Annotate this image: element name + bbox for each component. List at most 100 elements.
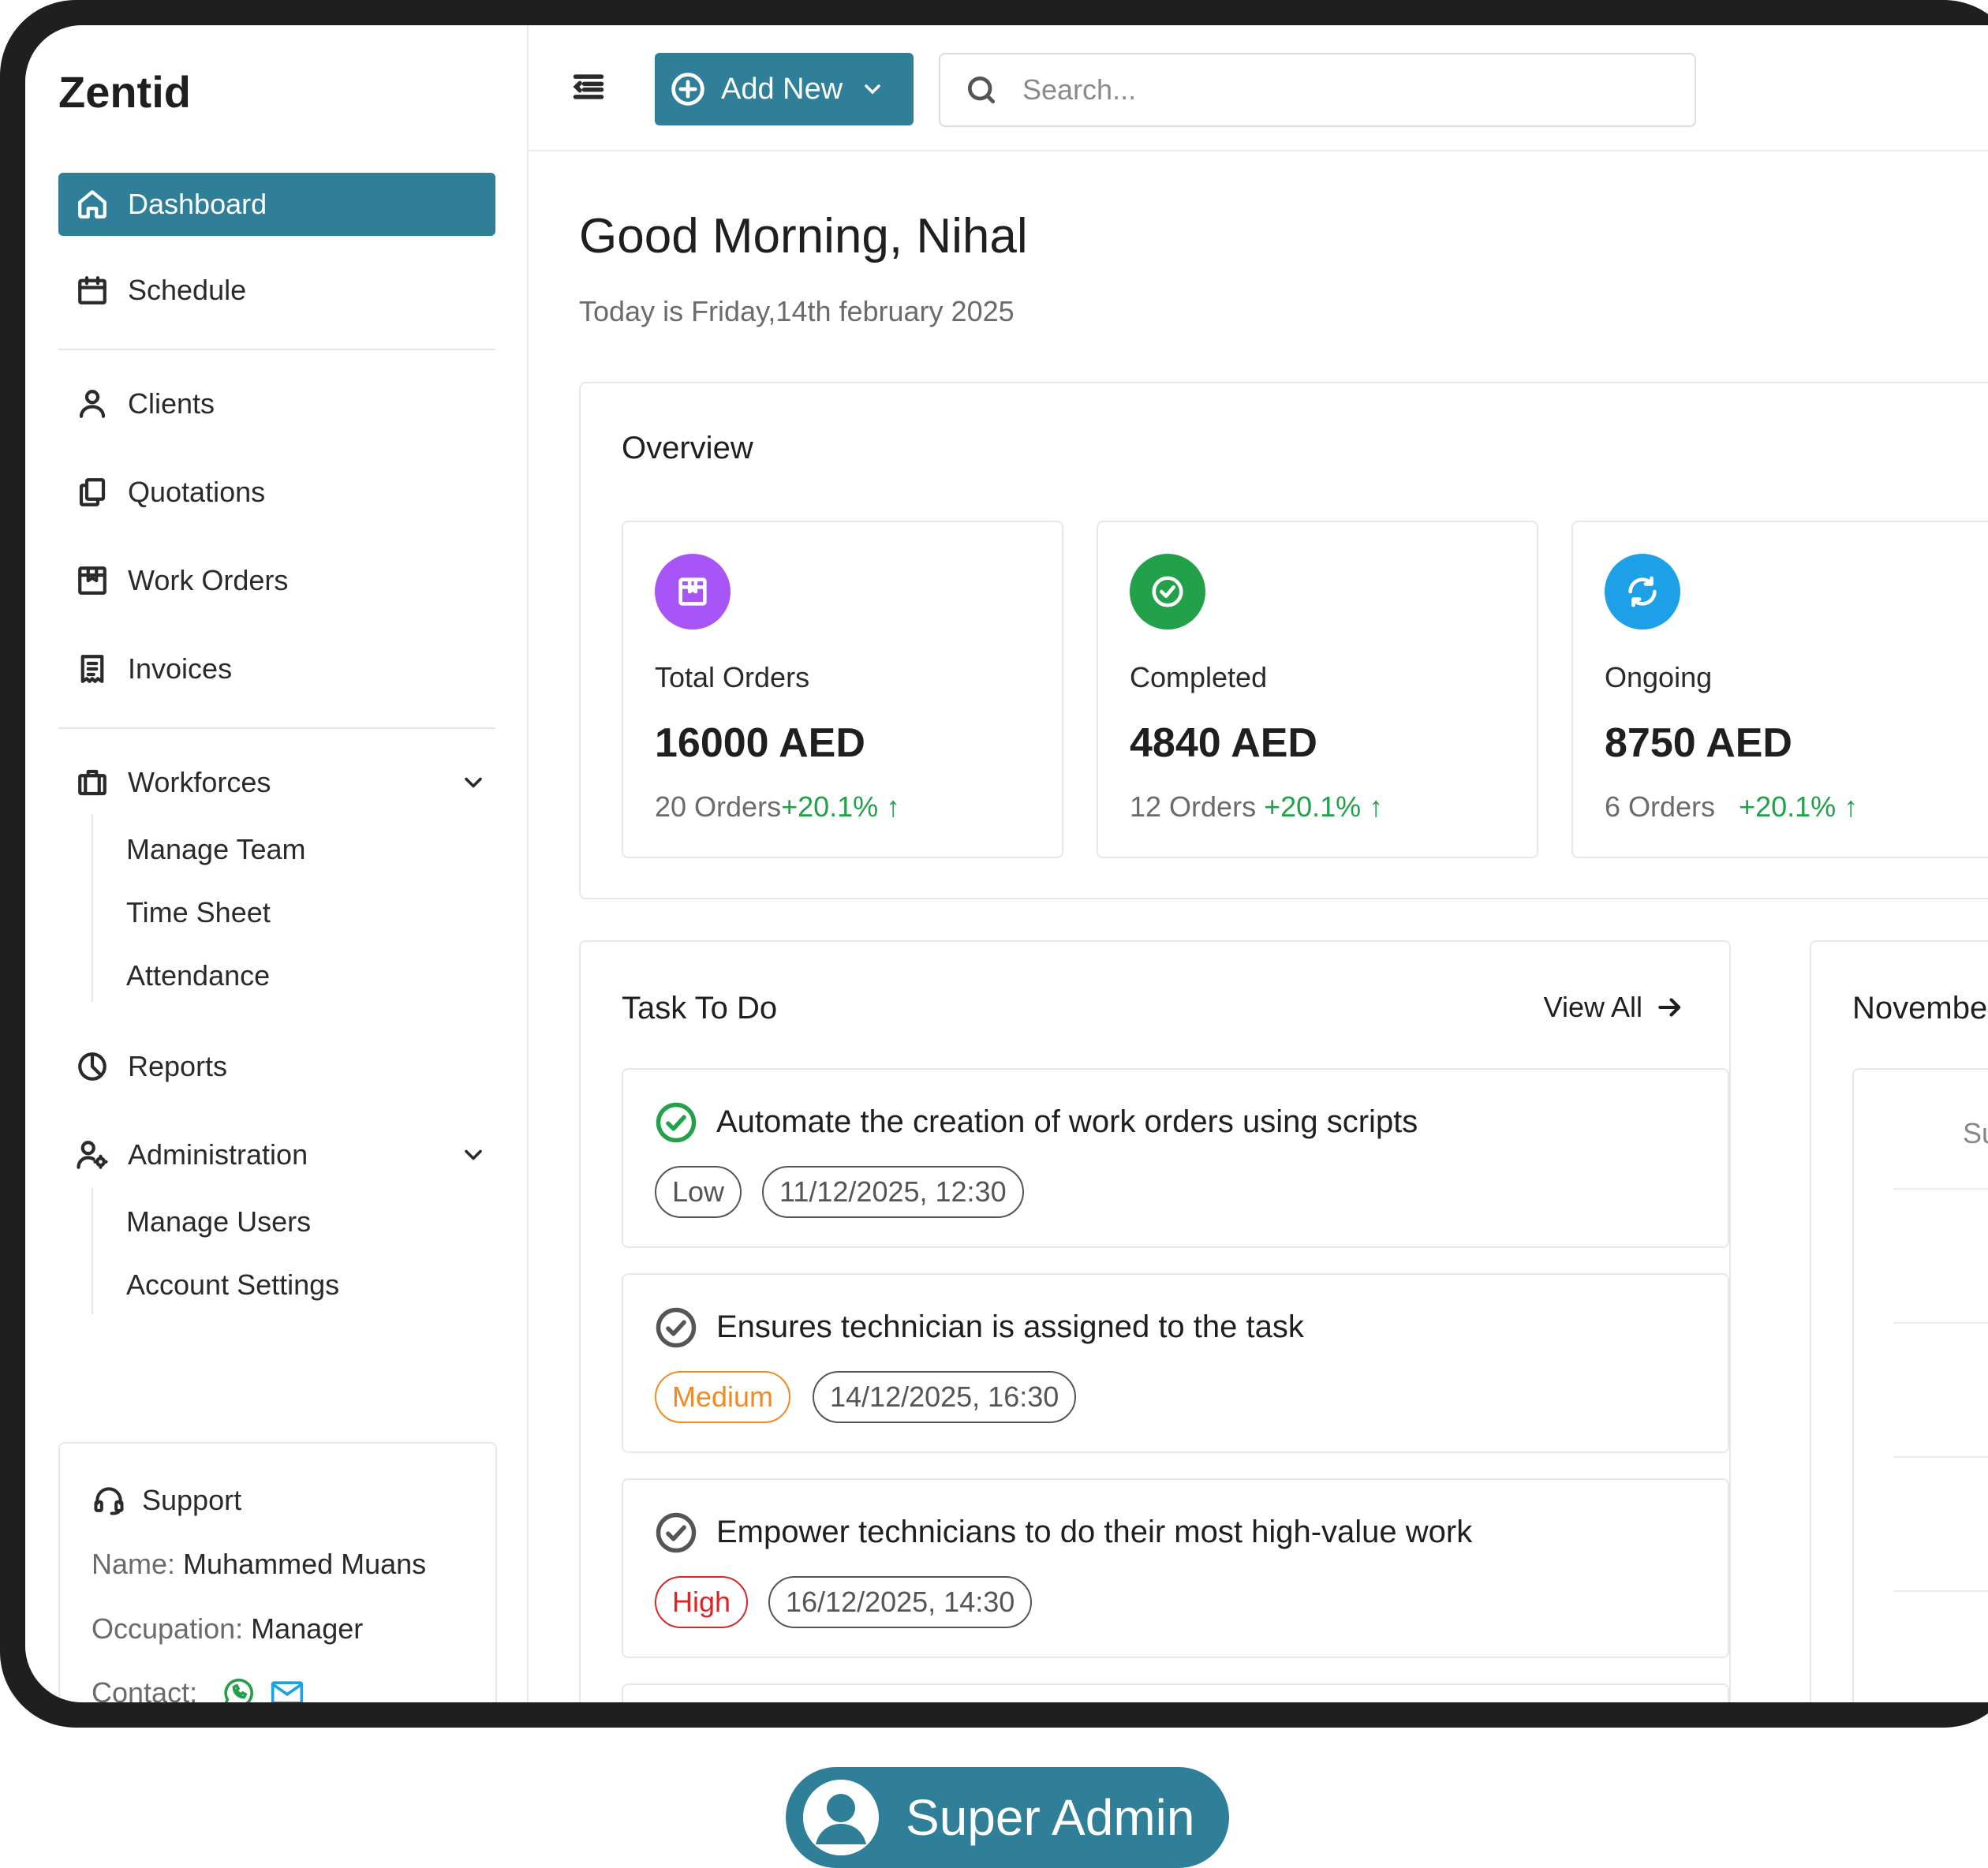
stat-meta: 6 Orders +20.1% ↑ [1605, 790, 1858, 824]
home-icon [74, 186, 110, 222]
task-panel: Task To Do View All Automate the creatio… [579, 940, 1731, 1702]
stat-value: 4840 AED [1130, 720, 1317, 766]
task-datetime: 16/12/2025, 14:30 [768, 1576, 1033, 1628]
priority-badge: Medium [655, 1371, 791, 1423]
task-item[interactable]: Ensures technician is assigned to the ta… [622, 1273, 1729, 1453]
sidebar-subitem-attendance[interactable]: Attendance [126, 959, 270, 992]
search-icon [967, 76, 996, 104]
arrow-up-icon: ↑ [1844, 790, 1859, 823]
sidebar-item-label: Work Orders [128, 564, 289, 596]
sidebar-divider [58, 727, 495, 729]
sidebar: Zentid Dashboard Schedule Clients Quotat… [25, 25, 529, 1702]
menu-collapse-icon [573, 74, 604, 99]
app-screen: Zentid Dashboard Schedule Clients Quotat… [25, 25, 1988, 1702]
date-text: Today is Friday,14th february 2025 [579, 295, 1015, 327]
support-contact-row: Contact: [92, 1676, 306, 1702]
calendar-row-divider [1893, 1456, 1988, 1458]
sidebar-item-label: Quotations [128, 476, 266, 508]
box-icon [655, 554, 731, 630]
sidebar-item-label: Clients [128, 387, 215, 420]
support-occupation-row: Occupation: Manager [92, 1612, 363, 1646]
check-circle-icon[interactable] [655, 1306, 697, 1349]
pie-chart-icon [74, 1048, 110, 1085]
sidebar-item-label: Dashboard [128, 188, 267, 220]
sidebar-item-work-orders[interactable]: Work Orders [58, 549, 495, 612]
calendar-day-header: Su [1963, 1117, 1988, 1149]
sidebar-item-reports[interactable]: Reports [58, 1035, 495, 1098]
view-all-link[interactable]: View All [1544, 991, 1685, 1024]
sidebar-subitem-account-settings[interactable]: Account Settings [126, 1268, 339, 1302]
submenu-guide [92, 814, 93, 1002]
support-title: Support [142, 1484, 242, 1516]
mail-icon[interactable] [268, 1676, 306, 1702]
priority-badge: Low [655, 1166, 742, 1218]
sidebar-item-label: Invoices [128, 652, 233, 685]
calendar-row-divider [1893, 1322, 1988, 1324]
search-input[interactable] [1021, 73, 1655, 107]
calendar-grid: Su [1852, 1068, 1988, 1702]
stat-change: +20.1% [1264, 790, 1362, 823]
task-title: Empower technicians to do their most hig… [716, 1515, 1473, 1549]
app-logo: Zentid [58, 67, 191, 117]
stat-change: +20.1% [781, 790, 879, 823]
sidebar-divider [58, 349, 495, 350]
user-icon [74, 386, 110, 422]
check-circle-icon[interactable] [655, 1511, 697, 1554]
invoice-icon [74, 651, 110, 687]
sidebar-item-dashboard[interactable]: Dashboard [58, 173, 495, 236]
sidebar-item-clients[interactable]: Clients [58, 372, 495, 435]
stat-card-ongoing[interactable]: Ongoing 8750 AED 6 Orders +20.1% ↑ [1571, 521, 1988, 858]
task-datetime: 11/12/2025, 12:30 [762, 1166, 1024, 1218]
stat-orders: 6 Orders [1605, 790, 1716, 823]
task-datetime: 14/12/2025, 16:30 [813, 1371, 1077, 1423]
sidebar-item-administration[interactable]: Administration [58, 1123, 495, 1186]
chevron-down-icon[interactable] [459, 1141, 488, 1169]
sidebar-item-workforces[interactable]: Workforces [58, 751, 495, 814]
support-contact-label: Contact: [92, 1676, 198, 1702]
sidebar-item-schedule[interactable]: Schedule [58, 259, 495, 322]
task-item[interactable]: Empower technicians to do their most hig… [622, 1478, 1729, 1658]
sidebar-subitem-manage-team[interactable]: Manage Team [126, 833, 305, 866]
stat-value: 16000 AED [655, 720, 865, 766]
clipboard-icon [74, 562, 110, 599]
calendar-row-divider [1893, 1590, 1988, 1592]
calendar-panel: Novembe Su [1810, 940, 1988, 1702]
documents-icon [74, 474, 110, 510]
stat-orders: 20 Orders [655, 790, 782, 823]
check-circle-icon[interactable] [655, 1101, 697, 1144]
role-label: Super Admin [906, 1789, 1195, 1846]
support-card: Support Name: Muhammed Muans Occupation:… [58, 1442, 497, 1702]
task-title: Automate the creation of work orders usi… [716, 1104, 1418, 1139]
sidebar-subitem-manage-users[interactable]: Manage Users [126, 1205, 311, 1238]
calendar-row-divider [1893, 1188, 1988, 1190]
avatar [803, 1780, 879, 1855]
add-new-button[interactable]: Add New [655, 53, 914, 125]
task-item[interactable]: Automate the creation of work orders usi… [622, 1068, 1729, 1248]
sidebar-item-quotations[interactable]: Quotations [58, 461, 495, 524]
stat-label: Total Orders [655, 661, 810, 693]
stat-meta: 12 Orders +20.1% ↑ [1130, 790, 1383, 824]
chevron-down-icon[interactable] [459, 768, 488, 797]
stat-card-completed[interactable]: Completed 4840 AED 12 Orders +20.1% ↑ [1097, 521, 1538, 858]
sidebar-item-label: Schedule [128, 274, 247, 306]
arrow-right-icon [1658, 998, 1681, 1017]
arrow-up-icon: ↑ [886, 790, 901, 823]
calendar-title: Novembe [1852, 991, 1988, 1026]
arrow-up-icon: ↑ [1369, 790, 1384, 823]
stat-card-total-orders[interactable]: Total Orders 16000 AED 20 Orders+20.1% ↑ [622, 521, 1063, 858]
stat-label: Ongoing [1605, 661, 1713, 693]
sidebar-subitem-time-sheet[interactable]: Time Sheet [126, 896, 271, 929]
role-chip[interactable]: Super Admin [786, 1767, 1229, 1868]
chevron-down-icon [865, 84, 880, 95]
page-title: Good Morning, Nihal [579, 209, 1028, 263]
sidebar-item-invoices[interactable]: Invoices [58, 637, 495, 700]
menu-collapse-button[interactable] [571, 69, 606, 104]
whatsapp-icon[interactable] [221, 1676, 256, 1702]
check-circle-icon [1130, 554, 1205, 630]
overview-panel: Overview Total Orders 16000 AED 20 Order… [579, 382, 1988, 899]
support-occupation-label: Occupation: [92, 1612, 244, 1645]
support-name-label: Name: [92, 1548, 176, 1580]
briefcase-icon [74, 764, 110, 801]
task-item[interactable] [622, 1683, 1729, 1702]
refresh-icon [1605, 554, 1680, 630]
